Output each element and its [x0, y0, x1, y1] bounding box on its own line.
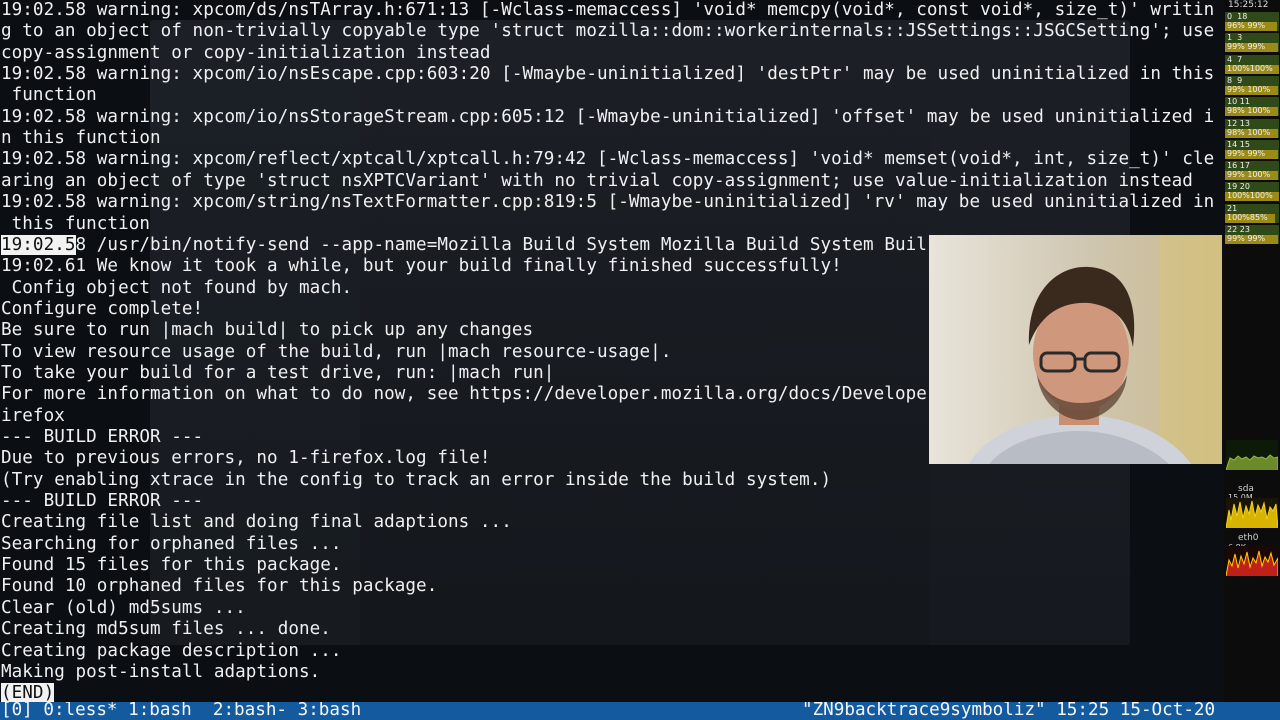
cpu-core-meter: 10 11 98% 100%: [1225, 96, 1279, 117]
cpu-core-label: 16 17 99% 100%: [1227, 161, 1271, 180]
window-tab-2[interactable]: 2:bash-: [213, 702, 287, 720]
terminal-line-text: 8 /usr/bin/notify-send --app-name=Mozill…: [75, 234, 927, 255]
monitor-clock: 15:25:12: [1228, 0, 1269, 10]
tmux-status-bar: [0] 0:less* 1:bash 2:bash- 3:bash "ZN9ba…: [0, 702, 1280, 720]
window-tab-0[interactable]: 0:less*: [43, 702, 117, 720]
terminal-line: Searching for orphaned files ...: [1, 533, 342, 554]
highlighted-timestamp: 19:02.5: [1, 234, 76, 255]
terminal-line: Creating package description ...: [1, 640, 342, 661]
window-tab-3[interactable]: 3:bash: [298, 702, 362, 720]
terminal-line: Config object not found by mach.: [1, 277, 353, 298]
terminal-line: To view resource usage of the build, run…: [1, 341, 672, 362]
cpu-core-meter: 8 9 99% 100%: [1225, 75, 1279, 96]
terminal-line: Configure complete!: [1, 298, 204, 319]
terminal-line: (Try enabling xtrace in the config to tr…: [1, 469, 832, 490]
terminal-line: 19:02.58 warning: xpcom/reflect/xptcall/…: [1, 149, 1215, 170]
terminal-line: irefox: [1, 405, 65, 426]
terminal-line: Found 15 files for this package.: [1, 555, 342, 576]
terminal-line: For more information on what to do now, …: [1, 384, 927, 405]
status-time: 15:25: [1056, 702, 1110, 720]
cpu-core-meter: 21 100%85%: [1225, 203, 1279, 224]
terminal-line: Making post-install adaptions.: [1, 661, 321, 682]
terminal-line: g to an object of non-trivially copyable…: [1, 21, 1215, 42]
terminal-line: Be sure to run |mach build| to pick up a…: [1, 320, 534, 341]
terminal-line: 19:02.58 warning: xpcom/string/nsTextFor…: [1, 192, 1215, 213]
pager-end-line: (END): [1, 683, 55, 702]
status-date: 15-Oct-20: [1119, 702, 1216, 720]
terminal-line: this function: [1, 213, 150, 234]
webcam-overlay: [929, 235, 1222, 464]
cpu-core-meter: 4 7 100%100%: [1225, 54, 1279, 75]
cpu-core-meter: 19 20 100%100%: [1225, 181, 1279, 202]
terminal-line: Clear (old) md5sums ...: [1, 597, 246, 618]
status-pane-title: "ZN9backtrace9symboliz": [802, 702, 1046, 720]
terminal-line: Found 10 orphaned files for this package…: [1, 576, 438, 597]
cpu-core-meter: 22 23 99% 99%: [1225, 224, 1279, 245]
terminal-line: function: [1, 85, 97, 106]
status-session: [0]: [1, 702, 33, 720]
window-tab-1[interactable]: 1:bash: [128, 702, 192, 720]
terminal-line: To take your build for a test drive, run…: [1, 362, 555, 383]
cpu-core-label: 14 15 99% 99%: [1227, 139, 1266, 158]
cpu-core-label: 21 100%85%: [1227, 203, 1268, 222]
terminal-line: Creating file list and doing final adapt…: [1, 512, 512, 533]
disk-activity-graph: [1226, 498, 1278, 528]
terminal-line: 19:02.58 warning: xpcom/ds/nsTArray.h:67…: [1, 0, 1215, 20]
cpu-core-label: 19 20 100%100%: [1227, 182, 1273, 201]
cpu-core-label: 0 18 96% 99%: [1227, 12, 1266, 30]
cpu-core-label: 10 11 98% 100%: [1227, 97, 1271, 116]
terminal-line: Due to previous errors, no 1-firefox.log…: [1, 448, 491, 469]
cpu-core-label: 4 7 100%100%: [1227, 54, 1273, 73]
cpu-core-label: 8 9 99% 100%: [1227, 75, 1271, 94]
terminal-line: 19:02.58 warning: xpcom/io/nsEscape.cpp:…: [1, 64, 1215, 85]
system-monitor: 15:25:12 0 18 96% 99% 1 3 99% 99% 4 7 100%…: [1224, 0, 1280, 702]
cpu-core-meter: 16 17 99% 100%: [1225, 160, 1279, 181]
pager-end-prompt[interactable]: (END): [1, 683, 55, 702]
cpu-core-meter: 1 3 99% 99%: [1225, 32, 1279, 53]
cpu-core-meter: 14 15 99% 99%: [1225, 139, 1279, 160]
cpu-core-meter: 0 18 96% 99%: [1225, 11, 1279, 32]
memory-graph: [1226, 440, 1278, 470]
cpu-core-label: 12 13 98% 100%: [1227, 118, 1271, 137]
cpu-core-label: 1 3 99% 99%: [1227, 33, 1266, 52]
terminal-line: 19:02.58 /usr/bin/notify-send --app-name…: [1, 234, 927, 256]
terminal-line: aring an object of type 'struct nsXPTCVa…: [1, 170, 1193, 191]
cpu-core-meter: 12 13 98% 100%: [1225, 118, 1279, 139]
network-activity-graph: [1226, 546, 1278, 576]
cpu-core-label: 22 23 99% 99%: [1227, 225, 1266, 243]
terminal-line: copy-assignment or copy-initialization i…: [1, 42, 491, 63]
terminal-line: 19:02.61 We know it took a while, but yo…: [1, 256, 842, 277]
network-label: eth0: [1238, 533, 1259, 543]
terminal-line: --- BUILD ERROR ---: [1, 427, 204, 447]
status-info: "ZN9backtrace9symboliz" 15:25 15-Oct-20: [802, 702, 1215, 720]
webcam-person-image: [929, 235, 1222, 464]
terminal-line: --- BUILD ERROR ---: [1, 491, 204, 512]
status-window-list: [0] 0:less* 1:bash 2:bash- 3:bash: [1, 702, 361, 720]
terminal-line: 19:02.58 warning: xpcom/io/nsStorageStre…: [1, 106, 1215, 127]
terminal-line: Creating md5sum files ... done.: [1, 619, 331, 640]
terminal-line: n this function: [1, 128, 161, 149]
